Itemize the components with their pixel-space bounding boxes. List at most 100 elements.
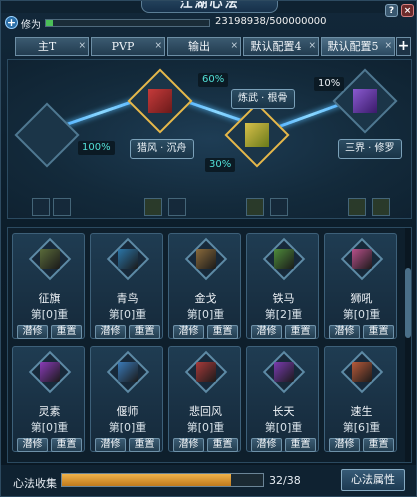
skill-slot-filled[interactable]	[348, 198, 366, 216]
reset-button[interactable]: 重置	[285, 438, 316, 452]
close-tab-icon[interactable]: ×	[308, 38, 316, 55]
study-button[interactable]: 潜修	[17, 438, 48, 452]
skill-name: 速生	[350, 405, 373, 418]
skill-name: 长天	[272, 405, 295, 418]
tab-config-4[interactable]: 默认配置4 ×	[243, 37, 319, 56]
tree-node-liefeng[interactable]	[127, 68, 193, 134]
skill-book-icon	[196, 249, 216, 269]
reset-button[interactable]: 重置	[129, 325, 160, 339]
reset-button[interactable]: 重置	[51, 325, 82, 339]
skill-attributes-button[interactable]: 心法属性	[341, 469, 405, 491]
skill-book-icon	[352, 362, 372, 382]
reset-button[interactable]: 重置	[207, 438, 238, 452]
collection-bar	[61, 473, 264, 487]
study-button[interactable]: 潜修	[329, 325, 360, 339]
skill-name: 青鸟	[116, 292, 139, 305]
skill-name: 金戈	[194, 292, 217, 305]
skill-card[interactable]: 悲回风 第[0]重 潜修 重置	[168, 346, 241, 452]
skill-icon-frame	[340, 350, 384, 394]
skill-book-icon	[40, 249, 60, 269]
reset-button[interactable]: 重置	[129, 438, 160, 452]
skill-card-grid: 征旗 第[0]重 潜修 重置 青鸟 第[0]重 潜修 重置 金戈 第[0]重 潜修 重置 铁马 第[2]重…	[7, 227, 412, 463]
node-label-liefeng: 猎风 · 沉舟	[130, 139, 194, 159]
add-cultivation-button[interactable]: +	[5, 16, 18, 29]
skill-card[interactable]: 金戈第[0]重潜修 重置	[168, 233, 241, 339]
study-button[interactable]: 潜修	[251, 438, 282, 452]
skill-level: 第[0]重	[108, 421, 147, 434]
window-title: 江湖心法	[141, 1, 278, 13]
close-tab-icon[interactable]: ×	[384, 38, 392, 55]
study-button[interactable]: 潜修	[173, 438, 204, 452]
skill-card[interactable]: 灵素 第[0]重 潜修 重置	[12, 346, 85, 452]
reset-button[interactable]: 重置	[51, 438, 82, 452]
skill-card[interactable]: 速生第[6]重潜修 重置	[324, 346, 397, 452]
skill-level: 第[0]重	[108, 308, 147, 321]
skill-card[interactable]: 征旗 第[0]重 潜修 重置	[12, 233, 85, 339]
tree-node-empty[interactable]	[14, 102, 80, 168]
cultivation-label: 修为	[21, 20, 41, 31]
skill-icon-frame	[262, 237, 306, 281]
grid-scrollbar[interactable]	[405, 228, 411, 462]
skill-slot-filled[interactable]	[144, 198, 162, 216]
reset-button[interactable]: 重置	[363, 438, 394, 452]
tab-label: 输出	[188, 40, 210, 53]
reset-button[interactable]: 重置	[285, 325, 316, 339]
tab-pvp[interactable]: PVP ×	[91, 37, 165, 56]
skill-slot[interactable]	[53, 198, 71, 216]
close-tab-icon[interactable]: ×	[78, 38, 86, 55]
skill-level: 第[0]重	[342, 308, 381, 321]
study-button[interactable]: 潜修	[95, 325, 126, 339]
study-button[interactable]: 潜修	[251, 325, 282, 339]
skill-icon-frame	[106, 237, 150, 281]
tab-dps[interactable]: 输出 ×	[167, 37, 241, 56]
study-button[interactable]: 潜修	[95, 438, 126, 452]
skill-card[interactable]: 青鸟第[0]重潜修 重置	[90, 233, 163, 339]
study-button[interactable]: 潜修	[329, 438, 360, 452]
link-percent-10: 10%	[314, 77, 345, 91]
skill-book-icon	[118, 249, 138, 269]
skill-tree-panel: 60% 100% 30% 10% 猎风 · 沉舟 炼武 · 根骨 三界 · 修罗	[7, 59, 412, 219]
link-percent-100: 100%	[78, 141, 115, 155]
skill-card[interactable]: 铁马 第[2]重 潜修 重置	[246, 233, 319, 339]
study-button[interactable]: 潜修	[173, 325, 204, 339]
skill-icon-frame	[106, 350, 150, 394]
tab-main-tank[interactable]: 主T ×	[15, 37, 89, 56]
skill-card[interactable]: 狮吼 第[0]重 潜修 重置	[324, 233, 397, 339]
reset-button[interactable]: 重置	[207, 325, 238, 339]
link-percent-60: 60%	[198, 73, 229, 87]
scrollbar-thumb[interactable]	[405, 268, 411, 338]
skill-card[interactable]: 长天第[0]重潜修 重置	[246, 346, 319, 452]
study-button[interactable]: 潜修	[17, 325, 48, 339]
close-tab-icon[interactable]: ×	[230, 38, 238, 55]
reset-button[interactable]: 重置	[363, 325, 394, 339]
collection-label: 心法收集	[13, 477, 57, 490]
skill-slot[interactable]	[168, 198, 186, 216]
skill-name: 铁马	[272, 292, 295, 305]
skill-book-icon	[40, 362, 60, 382]
skill-slot[interactable]	[270, 198, 288, 216]
skill-book-icon	[274, 249, 294, 269]
skill-slot[interactable]	[32, 198, 50, 216]
config-tabs: 主T × PVP × 输出 × 默认配置4 × 默认配置5 × +	[15, 37, 415, 57]
cultivation-bar-fill	[46, 20, 54, 26]
purple-book-icon	[353, 89, 377, 113]
tab-label: 默认配置5	[327, 40, 379, 53]
tab-config-5[interactable]: 默认配置5 ×	[321, 37, 395, 56]
cultivation-row: + 修为 23198938/500000000	[5, 15, 414, 31]
node-label-lianwu: 炼武 · 根骨	[231, 89, 295, 109]
close-tab-icon[interactable]: ×	[154, 38, 162, 55]
collection-bar-fill	[62, 474, 232, 486]
footer: 心法收集 32/38 心法属性	[1, 465, 416, 496]
add-tab-button[interactable]: +	[396, 37, 411, 56]
skill-book-icon	[118, 362, 138, 382]
red-book-icon	[148, 89, 172, 113]
skill-book-icon	[352, 249, 372, 269]
skill-level: 第[0]重	[30, 421, 69, 434]
skill-card[interactable]: 偃师 第[0]重 潜修 重置	[90, 346, 163, 452]
skill-level: 第[6]重	[342, 421, 381, 434]
skill-slot-filled[interactable]	[372, 198, 390, 216]
skill-level: 第[0]重	[264, 421, 303, 434]
node-label-sanjie: 三界 · 修罗	[338, 139, 402, 159]
skill-level: 第[0]重	[186, 308, 225, 321]
skill-slot-filled[interactable]	[246, 198, 264, 216]
